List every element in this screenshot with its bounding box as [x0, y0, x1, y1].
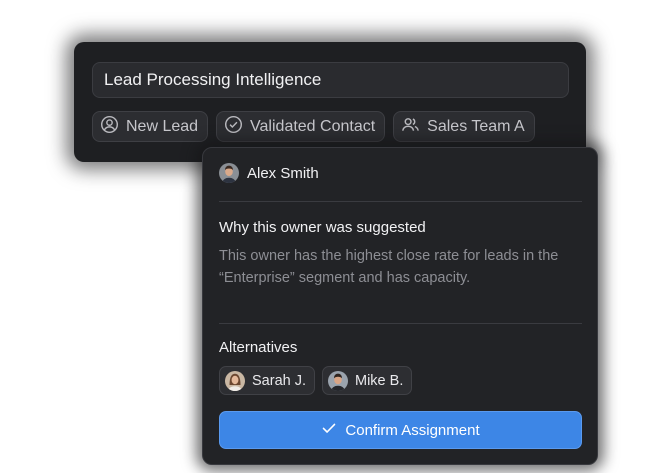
alternative-owner-mike[interactable]: Mike B.	[322, 366, 413, 395]
users-icon	[401, 115, 420, 139]
user-circle-icon	[100, 115, 119, 139]
suggested-owner[interactable]: Alex Smith	[219, 163, 319, 183]
tag-validated-contact[interactable]: Validated Contact	[216, 111, 386, 142]
confirm-assignment-button[interactable]: Confirm Assignment	[219, 411, 582, 449]
alternative-name: Sarah J.	[252, 372, 306, 389]
tag-label: Validated Contact	[250, 117, 376, 135]
owner-suggestion-popover: Alex Smith Why this owner was suggested …	[202, 147, 598, 465]
owner-name: Alex Smith	[247, 164, 319, 182]
check-circle-icon	[224, 115, 243, 139]
avatar-male	[328, 370, 348, 391]
avatar	[219, 163, 239, 183]
lead-title: Lead Processing Intelligence	[104, 70, 322, 89]
reason-title: Why this owner was suggested	[219, 219, 426, 236]
lead-title-field[interactable]: Lead Processing Intelligence	[92, 62, 569, 98]
tag-sales-team[interactable]: Sales Team A	[393, 111, 535, 142]
confirm-label: Confirm Assignment	[345, 421, 480, 439]
alternative-name: Mike B.	[355, 372, 404, 389]
tag-label: New Lead	[126, 117, 199, 135]
alternatives-list: Sarah J. Mike B.	[219, 366, 413, 395]
reason-text: This owner has the highest close rate fo…	[219, 248, 559, 286]
checkmark-icon	[321, 420, 337, 440]
lead-card: Lead Processing Intelligence New Lead Va…	[74, 42, 586, 162]
divider	[219, 323, 582, 324]
tag-new-lead[interactable]: New Lead	[92, 111, 209, 142]
avatar-female	[225, 370, 245, 391]
alternatives-title: Alternatives	[219, 339, 298, 356]
lead-tags: New Lead Validated Contact Sales Team A	[92, 111, 535, 142]
tag-label: Sales Team A	[427, 117, 525, 135]
alternative-owner-sarah[interactable]: Sarah J.	[219, 366, 315, 395]
divider	[219, 201, 582, 202]
